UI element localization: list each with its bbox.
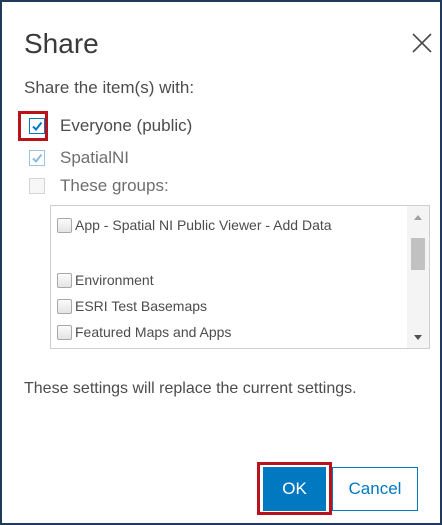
scrollbar-thumb[interactable]: [411, 238, 425, 270]
group-item[interactable]: ESRI Test Basemaps: [57, 297, 207, 318]
everyone-label: Everyone (public): [60, 116, 193, 135]
checkmark-icon: [32, 153, 43, 164]
triangle-down-icon[interactable]: [407, 326, 429, 348]
share-instruction: Share the item(s) with:: [24, 78, 195, 97]
settings-info: These settings will replace the current …: [24, 380, 357, 397]
close-icon[interactable]: [410, 31, 434, 55]
group-item[interactable]: Featured Maps and Apps: [57, 323, 231, 344]
triangle-up-icon[interactable]: [407, 206, 429, 228]
group-item[interactable]: App - Spatial NI Public Viewer - Add Dat…: [57, 216, 375, 237]
spatialni-checkbox[interactable]: [29, 150, 45, 166]
these-groups-label: These groups:: [60, 176, 169, 195]
everyone-checkbox[interactable]: [29, 118, 45, 134]
option-these-groups[interactable]: These groups:: [29, 175, 169, 197]
group-label: ESRI Test Basemaps: [75, 298, 208, 314]
option-everyone[interactable]: Everyone (public): [29, 115, 192, 137]
group-item[interactable]: Environment: [57, 271, 154, 292]
groups-list[interactable]: App - Spatial NI Public Viewer - Add Dat…: [50, 205, 430, 349]
these-groups-checkbox[interactable]: [29, 178, 45, 194]
group-checkbox[interactable]: [57, 325, 72, 340]
cancel-button[interactable]: Cancel: [332, 467, 418, 511]
option-spatialni[interactable]: SpatialNI: [29, 147, 129, 169]
group-label: Environment: [75, 272, 154, 288]
group-label: Featured Maps and Apps: [75, 324, 232, 340]
share-dialog: Share Share the item(s) with: Everyone (…: [0, 0, 442, 525]
dialog-title: Share: [24, 28, 99, 59]
group-checkbox[interactable]: [57, 273, 72, 288]
group-label: App - Spatial NI Public Viewer - Add Dat…: [75, 217, 332, 233]
checkmark-icon: [32, 121, 43, 132]
group-checkbox[interactable]: [57, 218, 72, 233]
spatialni-label: SpatialNI: [60, 148, 129, 167]
groups-scrollbar[interactable]: [407, 206, 429, 348]
ok-button[interactable]: OK: [263, 467, 326, 511]
group-checkbox[interactable]: [57, 299, 72, 314]
